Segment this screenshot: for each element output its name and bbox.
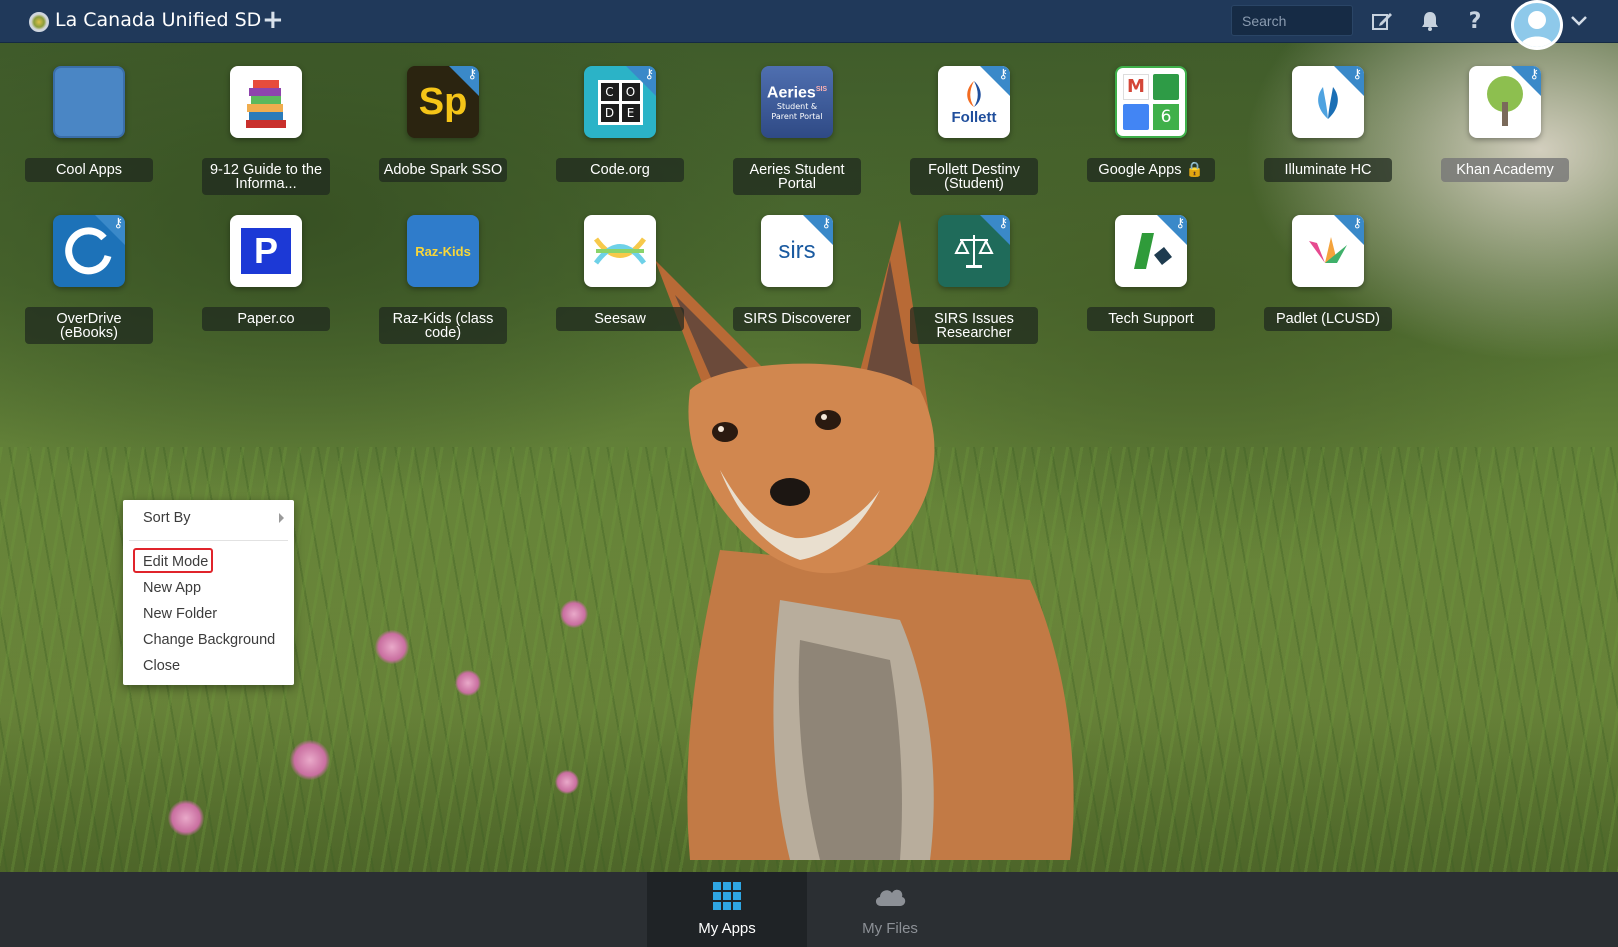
follett-icon: Follett ⚷ <box>938 66 1010 138</box>
app-label: Code.org <box>556 158 684 182</box>
app-label-text: Google Apps <box>1098 162 1182 178</box>
cloud-icon <box>875 889 906 906</box>
menu-item-new-app[interactable]: New App <box>143 578 201 598</box>
key-icon: ⚷ <box>1175 216 1185 231</box>
key-icon: ⚷ <box>998 67 1008 82</box>
paper-letter: P <box>241 228 291 274</box>
key-icon: ⚷ <box>1352 216 1362 231</box>
chevron-down-icon[interactable] <box>1570 12 1588 31</box>
menu-item-edit-mode[interactable]: Edit Mode <box>143 552 208 572</box>
grid-icon <box>713 882 741 910</box>
bottom-bar: My Apps My Files <box>0 872 1618 947</box>
app-label: Follett Destiny (Student) <box>910 158 1038 195</box>
folder-count: 6 <box>1153 104 1179 130</box>
adobe-spark-icon: Sp ⚷ <box>407 66 479 138</box>
app-label: Adobe Spark SSO <box>379 158 507 182</box>
folder-tile-icon <box>53 66 125 138</box>
app-label: SIRS Issues Researcher <box>910 307 1038 344</box>
add-tab-button[interactable]: + <box>262 5 284 35</box>
aeries-subtitle: Student & <box>776 101 818 111</box>
flower-decoration <box>560 600 588 628</box>
tech-support-icon: ⚷ <box>1115 215 1187 287</box>
aeries-title: Aeries <box>766 84 816 102</box>
tab-my-apps[interactable]: My Apps <box>647 872 807 947</box>
key-icon: ⚷ <box>1352 67 1362 82</box>
app-label: Raz-Kids (class code) <box>379 307 507 344</box>
raz-kids-wordmark: Raz-Kids <box>415 243 471 259</box>
menu-item-sort-by[interactable]: Sort By <box>143 508 283 528</box>
classroom-icon <box>1153 74 1179 100</box>
seesaw-icon <box>584 215 656 287</box>
paper-co-icon: P <box>230 215 302 287</box>
scales-icon: ⚷ <box>938 215 1010 287</box>
code-letter: C <box>600 82 619 101</box>
raz-kids-icon: Raz-Kids <box>407 215 479 287</box>
app-label: Cool Apps <box>25 158 153 182</box>
app-label: OverDrive (eBooks) <box>25 307 153 344</box>
follett-wordmark: Follett <box>951 108 997 126</box>
search-input[interactable] <box>1231 5 1353 36</box>
flower-decoration <box>375 630 409 664</box>
lock-icon: 🔒 <box>1185 162 1204 178</box>
padlet-icon: ⚷ <box>1292 215 1364 287</box>
tab-label: My Files <box>862 920 918 937</box>
docs-icon <box>1123 104 1149 130</box>
flower-decoration <box>290 740 330 780</box>
overdrive-icon: ⚷ <box>53 215 125 287</box>
context-menu: Sort By Edit Mode New App New Folder Cha… <box>123 500 294 685</box>
menu-divider <box>129 540 288 541</box>
key-icon: ⚷ <box>998 216 1008 231</box>
app-label: Illuminate HC <box>1264 158 1392 182</box>
code-org-icon: C O D E ⚷ <box>584 66 656 138</box>
key-icon: ⚷ <box>821 216 831 231</box>
district-logo-icon[interactable] <box>29 12 49 32</box>
key-icon: ⚷ <box>644 67 654 82</box>
google-apps-icon: M 6 <box>1115 66 1187 138</box>
key-icon: ⚷ <box>467 67 477 82</box>
aeries-sis: SIS <box>815 86 828 94</box>
district-name[interactable]: La Canada Unified SD <box>55 9 261 31</box>
fox-image <box>655 220 1074 860</box>
tab-label: My Apps <box>698 920 756 937</box>
avatar[interactable] <box>1511 0 1563 50</box>
desktop-background <box>0 0 1618 947</box>
tab-my-files[interactable]: My Files <box>810 872 970 947</box>
code-letter: E <box>621 103 640 122</box>
flower-decoration <box>555 770 579 794</box>
menu-item-change-background[interactable]: Change Background <box>143 630 275 650</box>
code-letter: D <box>600 103 619 122</box>
key-icon: ⚷ <box>113 216 123 231</box>
app-label: SIRS Discoverer <box>733 307 861 331</box>
books-icon <box>230 66 302 138</box>
app-label: Khan Academy <box>1441 158 1569 182</box>
menu-item-close[interactable]: Close <box>143 656 180 676</box>
flower-decoration <box>455 670 481 696</box>
aeries-icon: AeriesSIS Student & Parent Portal <box>761 66 833 138</box>
app-label: Aeries Student Portal <box>733 158 861 195</box>
gmail-icon: M <box>1123 74 1149 100</box>
key-icon: ⚷ <box>1529 67 1539 82</box>
app-label: 9-12 Guide to the Informa... <box>202 158 330 195</box>
flower-decoration <box>168 800 204 836</box>
app-label: Padlet (LCUSD) <box>1264 307 1392 331</box>
bell-icon[interactable] <box>1418 9 1442 33</box>
app-label: Paper.co <box>202 307 330 331</box>
menu-item-new-folder[interactable]: New Folder <box>143 604 217 624</box>
app-label: Seesaw <box>556 307 684 331</box>
submenu-arrow-icon <box>279 513 284 523</box>
app-label: Google Apps 🔒 <box>1087 158 1215 182</box>
help-icon[interactable]: ? <box>1463 9 1487 34</box>
aeries-wordmark: AeriesSIS <box>767 82 827 101</box>
sirs-icon: sirs ⚷ <box>761 215 833 287</box>
khan-tree-icon: ⚷ <box>1469 66 1541 138</box>
top-bar: La Canada Unified SD + ? <box>0 0 1618 50</box>
app-label: Tech Support <box>1087 307 1215 331</box>
edit-icon[interactable] <box>1370 9 1394 33</box>
aeries-subtitle: Parent Portal <box>771 111 823 121</box>
illuminate-icon: ⚷ <box>1292 66 1364 138</box>
